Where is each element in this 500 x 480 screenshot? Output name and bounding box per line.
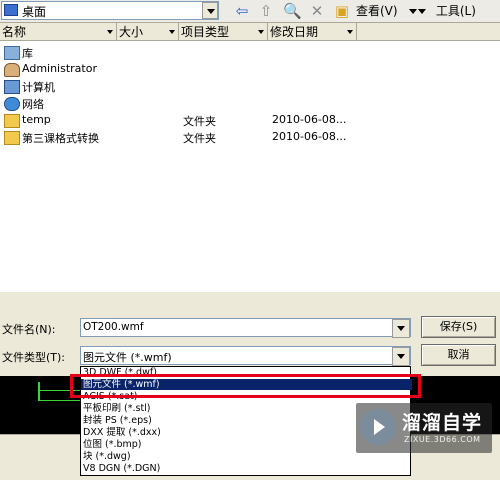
item-type: 文件夹 <box>183 115 216 128</box>
item-name: 第三课格式转换 <box>22 132 99 145</box>
column-label: 修改日期 <box>270 25 319 39</box>
delete-icon[interactable]: ✕ <box>308 2 326 20</box>
item-type: 文件夹 <box>183 132 216 145</box>
user-icon <box>4 63 20 77</box>
computer-icon <box>4 80 20 94</box>
folder-icon <box>4 114 20 128</box>
network-icon <box>4 97 20 111</box>
list-item[interactable]: 库 <box>0 44 500 61</box>
sort-arrow-icon <box>169 30 175 34</box>
sort-arrow-icon <box>107 30 113 34</box>
back-icon[interactable]: ⇦ <box>233 2 251 20</box>
item-name: 库 <box>22 47 33 60</box>
cancel-button[interactable]: 取消 <box>421 344 496 366</box>
item-date: 2010-06-08... <box>272 130 347 143</box>
list-item[interactable]: temp 文件夹 2010-06-08... <box>0 112 500 129</box>
column-header-name[interactable]: 名称 <box>0 23 117 41</box>
filetype-label: 文件类型(T): <box>2 351 66 364</box>
column-label: 名称 <box>2 25 27 39</box>
chevron-down-icon <box>409 9 418 14</box>
annotation-highlight-box <box>70 374 421 398</box>
column-header-date[interactable]: 修改日期 <box>268 23 357 41</box>
column-header-type[interactable]: 项目类型 <box>179 23 268 41</box>
item-name: 网络 <box>22 98 44 111</box>
library-icon <box>4 46 20 60</box>
tools-menu[interactable]: 工具(L) <box>418 2 476 20</box>
chevron-down-icon <box>418 9 426 14</box>
item-name: temp <box>22 113 51 126</box>
dropdown-option[interactable]: V8 DGN (*.DGN) <box>81 463 412 474</box>
column-label: 大小 <box>119 25 144 39</box>
list-item[interactable]: 计算机 <box>0 78 500 95</box>
list-header: 名称 大小 项目类型 修改日期 <box>0 23 500 41</box>
location-dropdown-button[interactable] <box>202 2 218 19</box>
location-combo[interactable]: 桌面 <box>1 1 219 20</box>
view-menu-label: 查看(V) <box>356 4 398 18</box>
location-text: 桌面 <box>22 5 47 19</box>
item-name: 计算机 <box>22 81 55 94</box>
folder-icon <box>4 131 20 145</box>
filename-input[interactable]: OT200.wmf <box>80 318 411 338</box>
new-folder-icon[interactable]: ▣ <box>333 2 351 20</box>
filename-value: OT200.wmf <box>83 321 144 333</box>
list-item[interactable]: 第三课格式转换 文件夹 2010-06-08... <box>0 129 500 146</box>
watermark: 溜溜自学 ZIXUE.3D66.COM <box>356 403 492 453</box>
filetype-value: 图元文件 (*.wmf) <box>83 351 172 364</box>
save-button[interactable]: 保存(S) <box>421 316 496 338</box>
tools-menu-label: 工具(L) <box>435 4 476 18</box>
item-name: Administrator <box>22 62 97 75</box>
filename-dropdown-button[interactable] <box>392 319 410 338</box>
file-list[interactable]: 名称 大小 项目类型 修改日期 库 Administrator 计算机 网络 t… <box>0 22 500 292</box>
toolbar: 桌面 ⇦ ⇧ 🔍 ✕ ▣ 查看(V) 工具(L) <box>0 0 500 22</box>
filename-label: 文件名(N): <box>2 323 56 336</box>
play-logo-icon <box>360 409 396 445</box>
item-date: 2010-06-08... <box>272 113 347 126</box>
sort-arrow-icon <box>347 30 353 34</box>
sort-arrow-icon <box>258 30 264 34</box>
list-item[interactable]: 网络 <box>0 95 500 112</box>
watermark-title: 溜溜自学 <box>402 412 483 434</box>
view-menu[interactable]: 查看(V) <box>356 2 418 20</box>
column-label: 项目类型 <box>181 25 230 39</box>
desktop-icon <box>4 4 18 16</box>
list-item[interactable]: Administrator <box>0 61 500 78</box>
up-folder-icon[interactable]: ⇧ <box>257 2 275 20</box>
column-header-size[interactable]: 大小 <box>117 23 179 41</box>
filetype-dropdown-button[interactable] <box>392 347 410 366</box>
filetype-select[interactable]: 图元文件 (*.wmf) <box>80 346 411 366</box>
search-icon[interactable]: 🔍 <box>283 2 302 20</box>
watermark-url: ZIXUE.3D66.COM <box>404 435 481 444</box>
